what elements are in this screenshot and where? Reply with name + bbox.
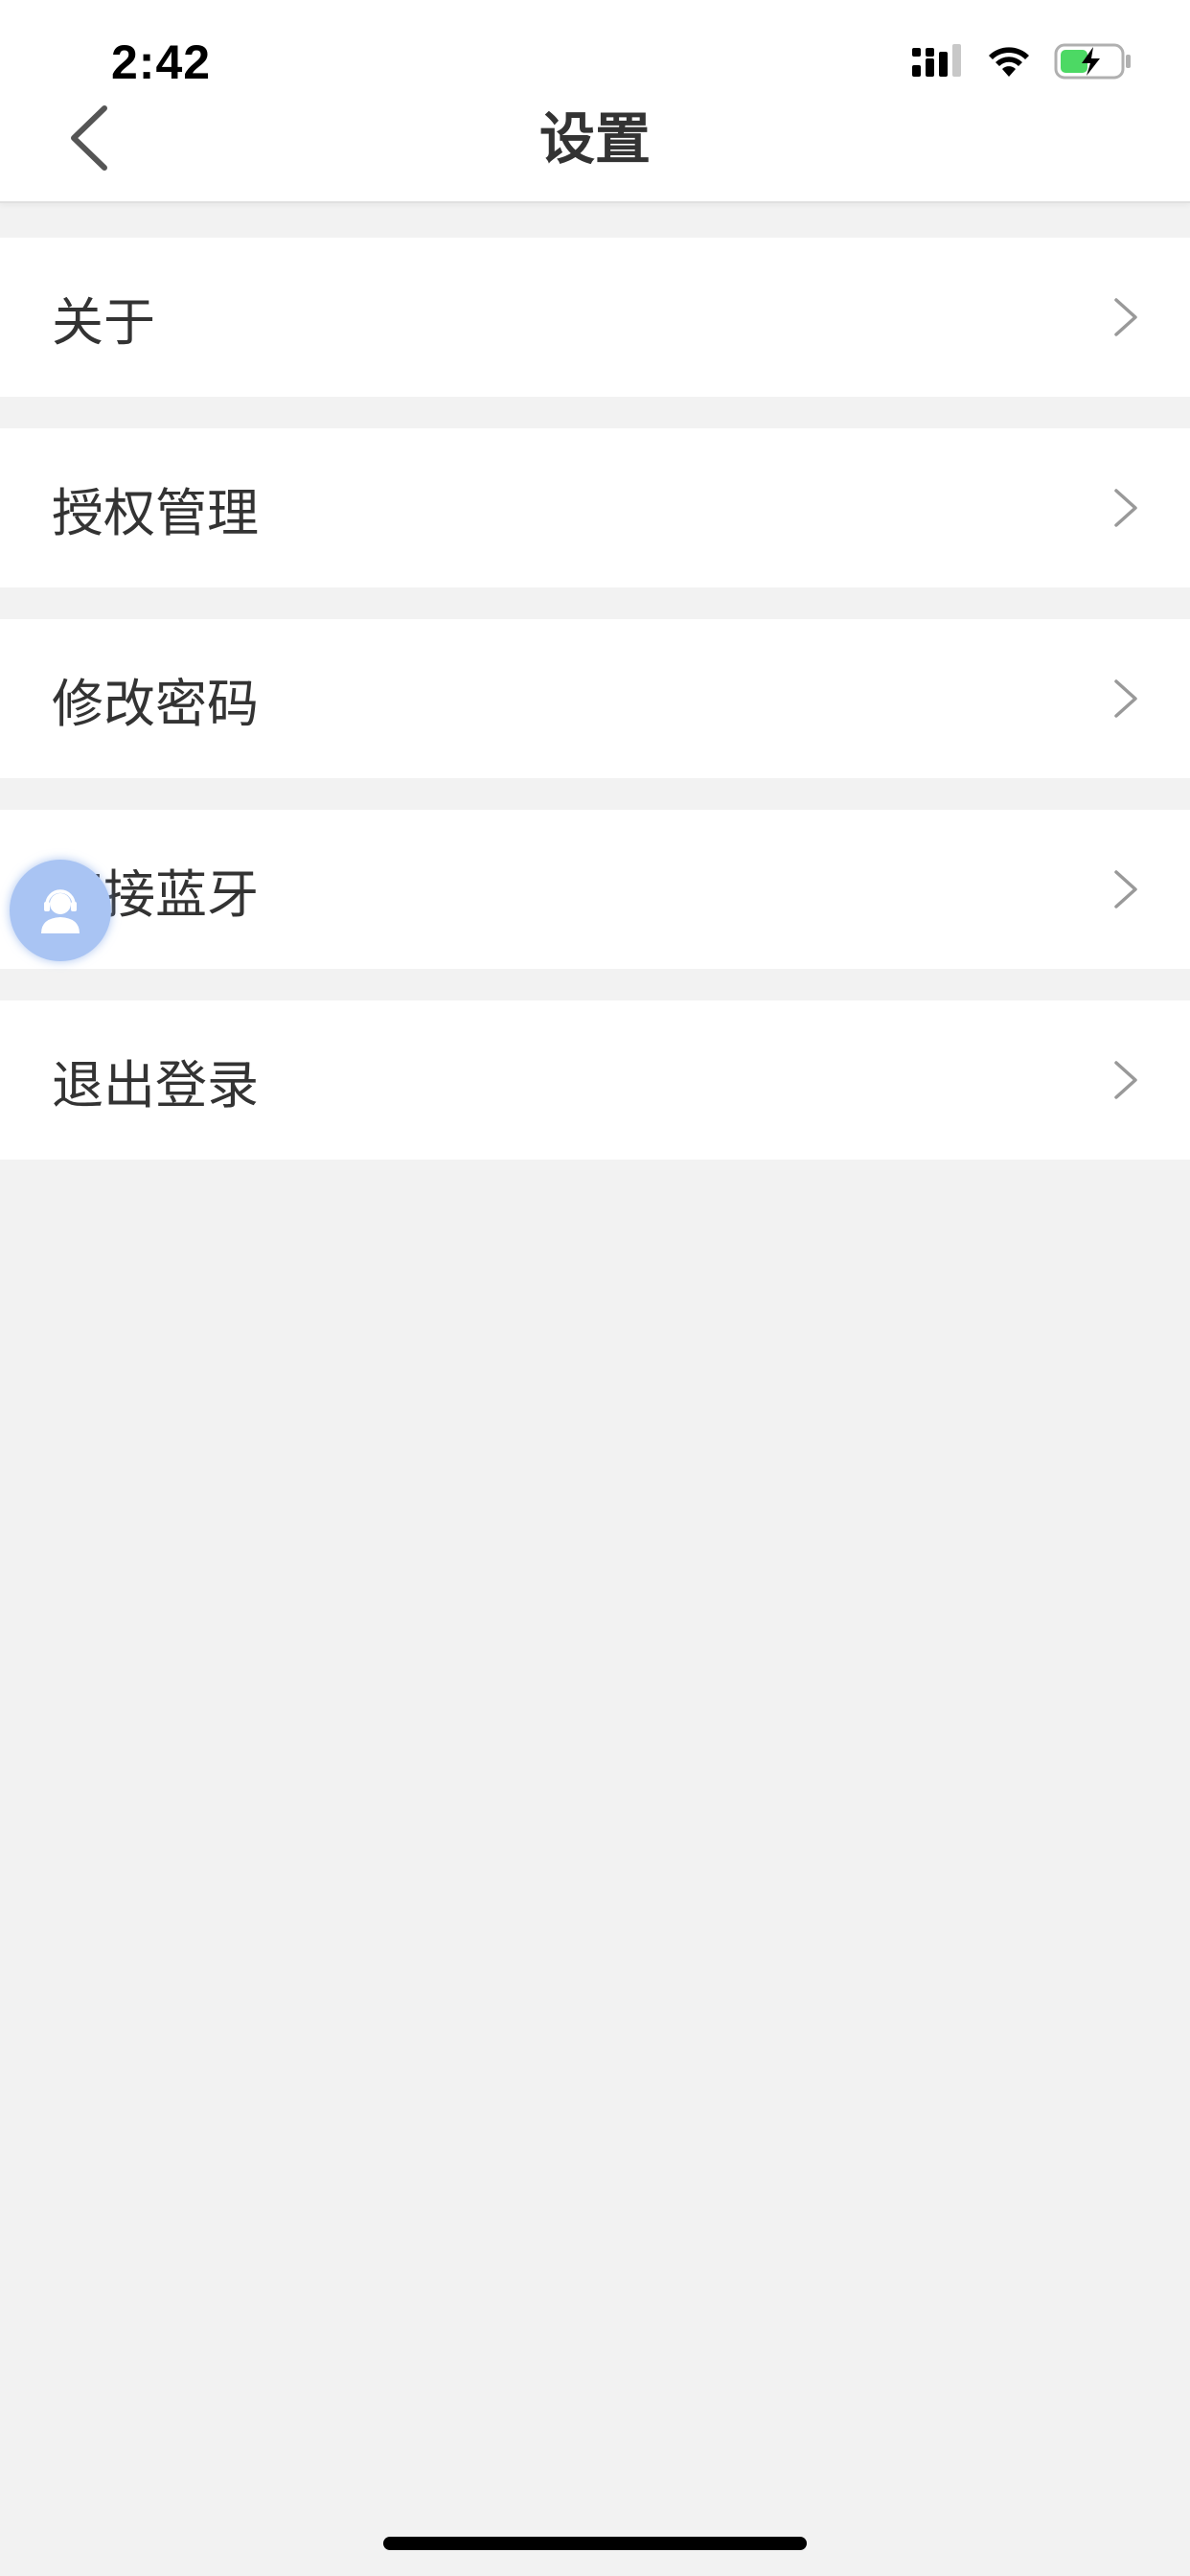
chevron-right-icon bbox=[1114, 489, 1137, 527]
wifi-icon bbox=[989, 47, 1029, 77]
page-title: 设置 bbox=[538, 106, 651, 172]
customer-service-float-button[interactable] bbox=[10, 860, 111, 961]
menu-item-label: 修改密码 bbox=[52, 673, 259, 734]
chevron-right-icon bbox=[1114, 298, 1137, 336]
cellular-signal-icon bbox=[912, 44, 961, 77]
menu-item-label: 退出登录 bbox=[52, 1054, 259, 1116]
menu-item-connect-bluetooth[interactable]: 连接蓝牙 bbox=[0, 810, 1190, 969]
chevron-right-icon bbox=[1114, 679, 1137, 718]
menu-item-about[interactable]: 关于 bbox=[0, 238, 1190, 397]
customer-service-icon bbox=[41, 889, 80, 933]
home-indicator bbox=[383, 2537, 807, 2550]
menu-item-authorization[interactable]: 授权管理 bbox=[0, 428, 1190, 587]
menu-item-label: 关于 bbox=[52, 291, 155, 353]
chevron-right-icon bbox=[1114, 870, 1137, 908]
menu-item-label: 授权管理 bbox=[52, 482, 259, 543]
navbar: 2:42 设置 bbox=[0, 0, 1190, 203]
chevron-right-icon bbox=[1114, 1061, 1137, 1099]
settings-menu: 关于 授权管理 修改密码 连接蓝牙 退出登录 bbox=[0, 238, 1190, 1191]
status-time: 2:42 bbox=[111, 35, 212, 89]
menu-item-logout[interactable]: 退出登录 bbox=[0, 1000, 1190, 1160]
battery-charging-icon bbox=[1054, 43, 1131, 80]
menu-item-change-password[interactable]: 修改密码 bbox=[0, 619, 1190, 778]
status-icons bbox=[912, 42, 1133, 80]
